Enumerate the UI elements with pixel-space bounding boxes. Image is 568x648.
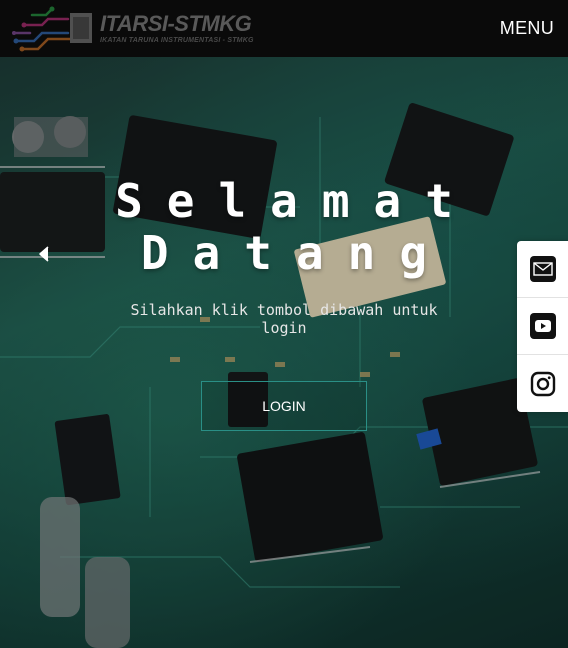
title-line-1: Selamat xyxy=(115,174,477,228)
menu-button[interactable]: MENU xyxy=(500,18,554,39)
youtube-link[interactable] xyxy=(517,298,568,355)
title-line-2: Datang xyxy=(140,226,452,280)
brand-logo[interactable]: ITARSI-STMKG IKATAN TARUNA INSTRUMENTASI… xyxy=(12,5,254,53)
top-navbar: ITARSI-STMKG IKATAN TARUNA INSTRUMENTASI… xyxy=(0,0,568,57)
email-icon xyxy=(529,256,556,282)
login-button[interactable]: LOGIN xyxy=(201,381,367,431)
brand-name: ITARSI-STMKG xyxy=(100,11,252,36)
brand-tagline: IKATAN TARUNA INSTRUMENTASI - STMKG xyxy=(100,37,254,44)
page-title: Selamat Datang xyxy=(60,175,508,279)
hero-subtitle: Silahkan klik tombol dibawah untuk login xyxy=(130,301,438,337)
instagram-link[interactable] xyxy=(517,355,568,412)
social-sidebar xyxy=(517,241,568,412)
youtube-icon xyxy=(529,313,556,339)
slider-prev-button[interactable] xyxy=(33,243,55,265)
instagram-icon xyxy=(530,371,555,396)
chevron-left-icon xyxy=(39,246,49,262)
email-link[interactable] xyxy=(517,241,568,298)
hero-content: Selamat Datang Silahkan klik tombol diba… xyxy=(60,175,508,431)
circuit-logo-icon xyxy=(12,6,92,51)
